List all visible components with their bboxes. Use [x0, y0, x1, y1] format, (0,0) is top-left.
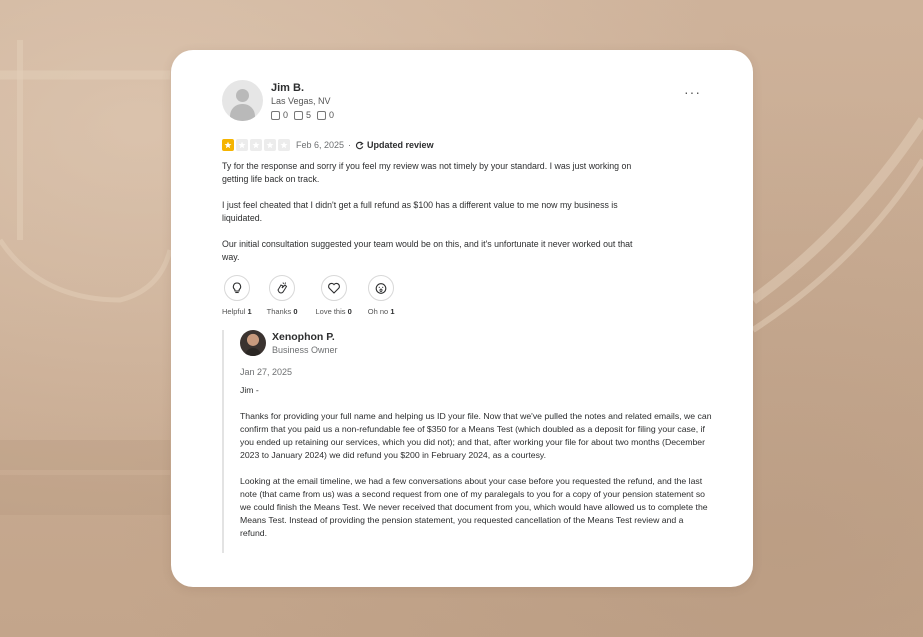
friends-count: 0	[283, 110, 289, 120]
review-body: Ty for the response and sorry if you fee…	[222, 160, 652, 277]
clapping-hands-icon	[277, 282, 288, 294]
lightbulb-icon	[232, 282, 241, 294]
reviewer-avatar[interactable]	[222, 80, 263, 121]
star-icon	[222, 139, 234, 151]
more-options-button[interactable]: ···	[684, 84, 701, 100]
reply-body: Jim - Thanks for providing your full nam…	[240, 384, 712, 540]
heart-icon	[327, 282, 340, 294]
oh-no-label: Oh no	[367, 307, 389, 316]
friends-icon	[271, 110, 280, 120]
star-icon	[250, 139, 262, 151]
reviewer-stats: 0 5 0	[271, 110, 340, 120]
thanks-label: Thanks	[266, 307, 292, 316]
review-card: Jim B. Las Vegas, NV 0 5 0 ··· Feb 6, 20…	[171, 50, 753, 587]
owner-reply: Xenophon P. Business Owner Jan 27, 2025 …	[222, 330, 712, 553]
refresh-icon	[355, 140, 364, 149]
friends-stat: 0	[271, 110, 288, 120]
rating-row: Feb 6, 2025 · Updated review	[222, 139, 434, 151]
review-paragraph: I just feel cheated that I didn't get a …	[222, 200, 618, 223]
reaction-bar: Helpful 1 Thanks 0 Love this 0 Oh no 1	[222, 275, 405, 316]
review-paragraph: Ty for the response and sorry if you fee…	[222, 161, 632, 184]
reply-paragraph: Jim -	[240, 385, 259, 395]
updated-review-link[interactable]: Updated review	[355, 140, 434, 150]
oh-no-count: 1	[390, 307, 395, 316]
helpful-count: 1	[247, 307, 252, 316]
helpful-button[interactable]: Helpful 1	[222, 275, 252, 316]
star-rating	[222, 139, 292, 151]
review-date: Feb 6, 2025	[296, 140, 345, 150]
reply-paragraph: Thanks for providing your full name and …	[240, 411, 712, 460]
shocked-face-icon	[375, 283, 387, 294]
review-paragraph: Our initial consultation suggested your …	[222, 239, 633, 262]
love-this-count: 0	[347, 307, 352, 316]
reviewer-name[interactable]: Jim B.	[271, 81, 340, 95]
reply-date: Jan 27, 2025	[240, 367, 293, 377]
owner-name[interactable]: Xenophon P.	[272, 331, 338, 344]
reply-paragraph: Looking at the email timeline, we had a …	[240, 476, 708, 538]
oh-no-button[interactable]: Oh no 1	[368, 275, 395, 316]
love-this-button[interactable]: Love this 0	[316, 275, 352, 316]
owner-role: Business Owner	[272, 344, 338, 355]
updated-review-label[interactable]: Updated review	[367, 140, 434, 150]
reviews-count: 5	[306, 110, 312, 120]
thanks-button[interactable]: Thanks 0	[267, 275, 298, 316]
separator: ·	[348, 140, 352, 150]
reviews-icon	[294, 110, 304, 120]
photos-count: 0	[329, 110, 335, 120]
love-this-label: Love this	[315, 307, 346, 316]
owner-avatar[interactable]	[240, 330, 266, 356]
star-icon	[236, 139, 248, 151]
star-icon	[264, 139, 276, 151]
reviewer-location: Las Vegas, NV	[271, 96, 331, 106]
thanks-count: 0	[293, 307, 298, 316]
photos-stat: 0	[317, 110, 334, 120]
reviews-stat: 5	[294, 110, 311, 120]
helpful-label: Helpful	[222, 307, 246, 316]
reviewer-header: Jim B. Las Vegas, NV 0 5 0	[222, 80, 340, 121]
photos-icon	[317, 110, 327, 120]
star-icon	[278, 139, 290, 151]
owner-header: Xenophon P. Business Owner	[240, 330, 712, 356]
